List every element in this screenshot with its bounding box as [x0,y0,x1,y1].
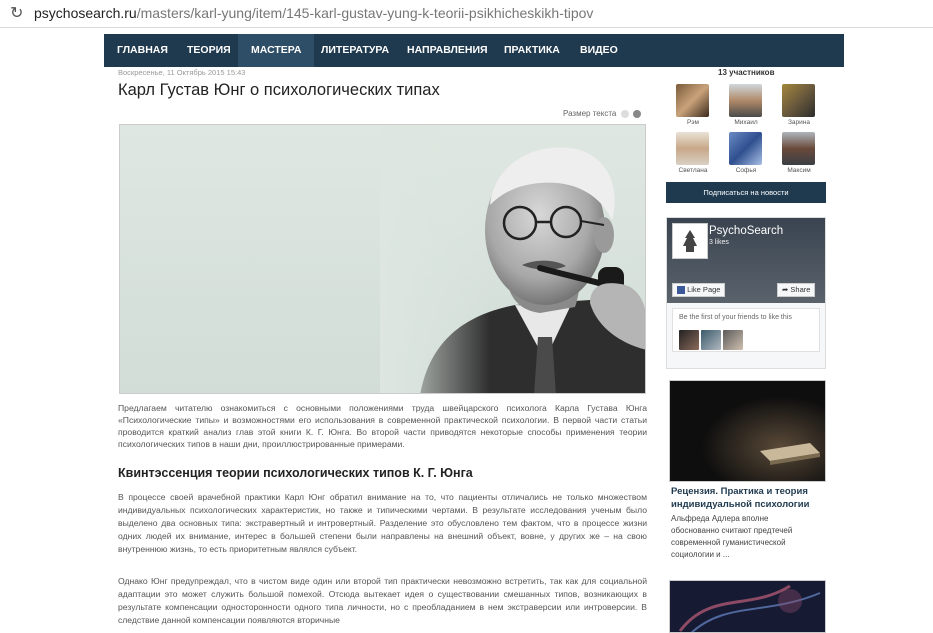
avatar [729,84,762,117]
fb-like-page-button[interactable]: Like Page [672,283,726,297]
nav-video[interactable]: ВИДЕО [567,34,631,67]
section-heading: Квинтэссенция теории психологических тип… [118,466,473,480]
member-item[interactable]: Светлана [676,132,710,174]
member-name: Зарина [788,119,810,126]
friend-avatar[interactable] [701,330,721,350]
book-image [670,381,825,481]
avatar [676,84,709,117]
article-intro: Предлагаем читателю ознакомиться с основ… [118,403,647,449]
article-paragraph-2: Однако Юнг предупреждал, что в чистом ви… [118,576,647,625]
page-logo-icon [683,230,697,252]
member-item[interactable]: Зарина [782,84,816,126]
member-item[interactable]: Михаил [729,84,763,126]
article-hero-image [119,124,646,394]
url-path: /masters/karl-yung/item/145-karl-gustav-… [136,5,594,21]
member-name: Рэм [687,119,699,126]
facebook-widget: PsychoSearch 3 likes Like Page ➦ Share B… [666,217,826,369]
text-larger-button[interactable] [632,109,641,118]
text-smaller-button[interactable] [620,109,629,118]
page-logo[interactable] [672,223,708,259]
url-host: psychosearch.ru [34,5,137,21]
browser-address-bar: ↻ psychosearch.ru/masters/karl-yung/item… [0,0,933,28]
nav-literature[interactable]: ЛИТЕРАТУРА [308,34,402,67]
fb-page-name[interactable]: PsychoSearch [709,225,783,237]
card-title[interactable]: Рецензия. Практика и теория индивидуальн… [671,485,831,511]
text-size-control: Размер текста [563,109,641,118]
fb-share-button[interactable]: ➦ Share [777,283,816,297]
nav-directions[interactable]: НАПРАВЛЕНИЯ [394,34,501,67]
nav-home[interactable]: ГЛАВНАЯ [104,34,181,67]
member-item[interactable]: Рэм [676,84,710,126]
nav-theory[interactable]: ТЕОРИЯ [174,34,244,67]
nav-practice[interactable]: ПРАКТИКА [491,34,573,67]
reload-icon[interactable]: ↻ [10,5,23,21]
url-field[interactable]: psychosearch.ru/masters/karl-yung/item/1… [34,5,593,21]
avatar [782,84,815,117]
subscribe-button[interactable]: Подписаться на новости [666,182,826,203]
article-paragraph-1: В процессе своей врачебной практики Карл… [118,492,647,554]
article-title: Карл Густав Юнг о психологических типах [118,81,440,99]
article-card-image-2[interactable] [669,580,826,633]
member-name: Светлана [678,167,708,174]
fb-likes-count: 3 likes [709,239,729,246]
text-size-label: Размер текста [563,109,617,118]
site-container: ГЛАВНАЯ ТЕОРИЯ МАСТЕРА ЛИТЕРАТУРА НАПРАВ… [104,34,844,633]
avatar [729,132,762,165]
portrait-illustration [380,125,645,393]
member-name: Михаил [734,119,758,126]
article-card-image[interactable] [669,380,826,482]
facebook-icon [677,286,685,295]
member-name: Софья [735,167,757,174]
facebook-cover: PsychoSearch 3 likes Like Page ➦ Share [667,218,825,303]
like-page-label: Like Page [687,285,721,294]
share-icon: ➦ [782,285,789,294]
fb-friends-box: Be the first of your friends to like thi… [672,308,820,352]
nav-masters[interactable]: МАСТЕРА [238,34,315,67]
member-item[interactable]: Софья [729,132,763,174]
friend-avatar[interactable] [723,330,743,350]
member-name: Максим [787,167,811,174]
card-text: Альфреда Адлера вполне обоснованно счита… [671,514,793,559]
main-nav: ГЛАВНАЯ ТЕОРИЯ МАСТЕРА ЛИТЕРАТУРА НАПРАВ… [104,34,844,67]
article-date: Воскресенье, 11 Октябрь 2015 15:43 [118,68,246,77]
share-label: Share [790,285,811,294]
fb-friends-text: Be the first of your friends to like thi… [679,314,792,321]
member-item[interactable]: Максим [782,132,816,174]
friend-avatar[interactable] [679,330,699,350]
avatar [676,132,709,165]
nebula-image [670,581,825,632]
avatar [782,132,815,165]
members-title: 13 участников [718,68,775,77]
